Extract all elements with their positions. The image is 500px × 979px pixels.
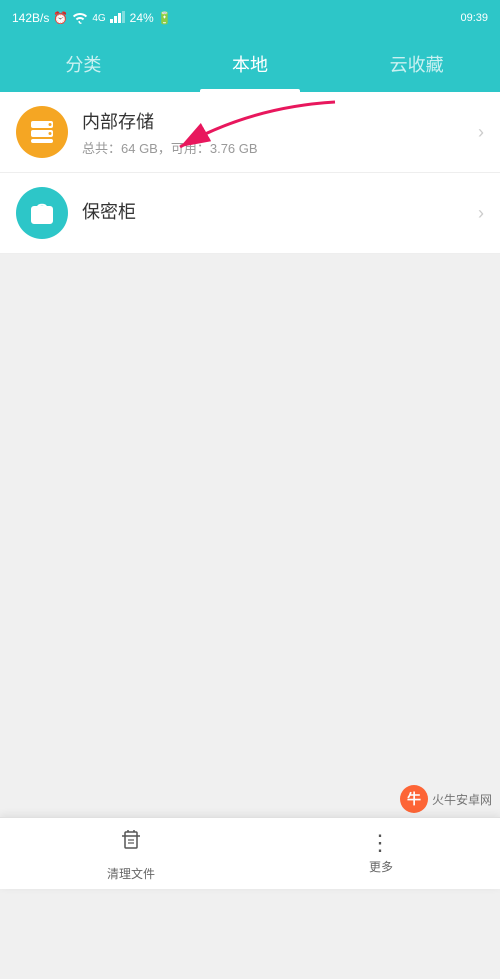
nav-tabs: 分类 本地 云收藏 <box>0 36 500 92</box>
watermark: 牛 火牛安卓网 <box>400 785 492 813</box>
internal-storage-arrow: › <box>478 122 484 143</box>
clean-files-icon <box>117 826 145 861</box>
wifi-icon <box>72 10 88 27</box>
watermark-icon: 牛 <box>400 785 428 813</box>
status-bar-right: 09:39 <box>460 12 488 24</box>
signal-bars-icon <box>110 11 126 26</box>
internal-storage-icon <box>16 106 68 158</box>
tab-local[interactable]: 本地 <box>167 36 334 92</box>
status-bar: 142B/s ⏰ 4G 24% 🔋 09:39 <box>0 0 500 36</box>
tab-category[interactable]: 分类 <box>0 36 167 92</box>
internal-storage-title: 内部存储 <box>82 108 478 134</box>
internal-storage-subtitle: 总共：64 GB，可用：3.76 GB <box>82 138 478 157</box>
watermark-text: 火牛安卓网 <box>432 791 492 808</box>
more-label: 更多 <box>369 858 393 875</box>
alarm-icon: ⏰ <box>53 11 68 25</box>
signal-4g-icon: 4G <box>92 13 105 24</box>
network-speed: 142B/s <box>12 11 49 25</box>
tab-category-label: 分类 <box>65 51 101 77</box>
list-item-internal-storage[interactable]: 内部存储 总共：64 GB，可用：3.76 GB › <box>0 92 500 173</box>
bottom-bar: 清理文件 ⋮ 更多 <box>0 817 500 889</box>
list-container: 内部存储 总共：64 GB，可用：3.76 GB › 保密柜 › <box>0 92 500 254</box>
safe-box-icon <box>16 187 68 239</box>
tab-cloud-label: 云收藏 <box>390 51 444 77</box>
safe-box-arrow: › <box>478 203 484 224</box>
battery-icon: 24% 🔋 <box>130 11 172 25</box>
internal-storage-text: 内部存储 总共：64 GB，可用：3.76 GB <box>82 108 478 157</box>
clean-files-label: 清理文件 <box>107 865 155 882</box>
status-bar-left: 142B/s ⏰ 4G 24% 🔋 <box>12 10 172 27</box>
more-icon: ⋮ <box>369 832 393 854</box>
clean-files-button[interactable]: 清理文件 <box>87 818 175 890</box>
safe-box-text: 保密柜 <box>82 198 478 228</box>
more-button[interactable]: ⋮ 更多 <box>349 824 413 883</box>
safe-box-title: 保密柜 <box>82 198 478 224</box>
tab-cloud[interactable]: 云收藏 <box>333 36 500 92</box>
list-item-safe-box[interactable]: 保密柜 › <box>0 173 500 254</box>
tab-local-label: 本地 <box>232 51 268 77</box>
time-display: 09:39 <box>460 12 488 24</box>
